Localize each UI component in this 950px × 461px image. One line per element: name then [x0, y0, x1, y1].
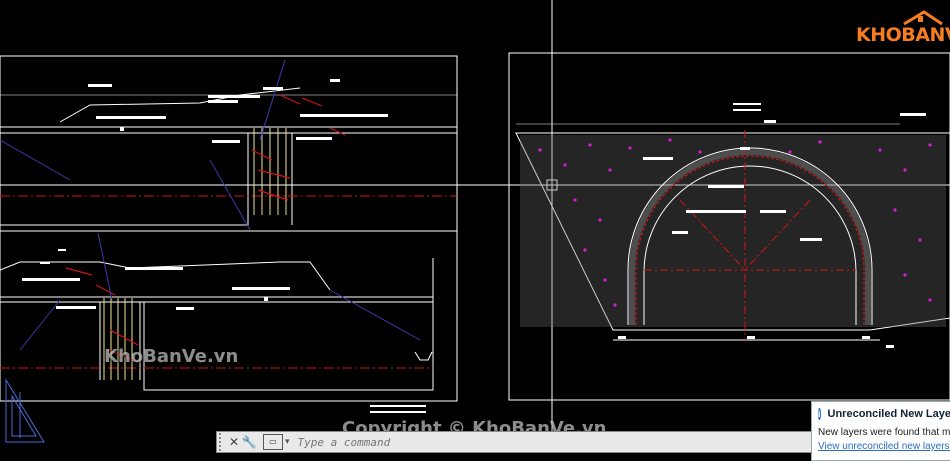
- labels-lower: [22, 249, 426, 413]
- section-view-lower: [0, 230, 458, 402]
- piles-upper: [253, 128, 287, 215]
- cad-drawing-canvas[interactable]: [0, 0, 950, 453]
- watermark-left: KhoBanVe.vn: [104, 346, 239, 367]
- rebar-marks-upper: [251, 94, 346, 201]
- view-unreconciled-layers-link[interactable]: View unreconciled new layers in: [818, 441, 950, 452]
- leaders-lower: [19, 232, 421, 351]
- rock-hatch: [520, 135, 946, 327]
- wrench-icon[interactable]: 🔧: [241, 435, 257, 449]
- khobanve-logo: KHOBANVE: [852, 10, 950, 54]
- unreconciled-layers-notification[interactable]: i Unreconciled New Layers New layers wer…: [811, 401, 950, 461]
- logo-text: KHOBANVE: [856, 24, 950, 46]
- close-icon[interactable]: ✕: [227, 435, 241, 449]
- command-line-bar: ✕ 🔧 ▭ ▾: [216, 431, 812, 453]
- ucs-icon: [5, 378, 45, 443]
- grip-handle[interactable]: [219, 433, 227, 451]
- section-view-upper: [0, 55, 458, 232]
- command-input[interactable]: [295, 434, 700, 450]
- leaders-upper: [0, 59, 286, 231]
- chevron-down-icon[interactable]: ▾: [285, 437, 290, 447]
- notification-title: Unreconciled New Layers: [827, 408, 950, 420]
- command-prompt-icon[interactable]: ▭: [263, 434, 283, 450]
- notification-body: New layers were found that ma: [818, 427, 950, 438]
- info-icon: i: [818, 408, 821, 420]
